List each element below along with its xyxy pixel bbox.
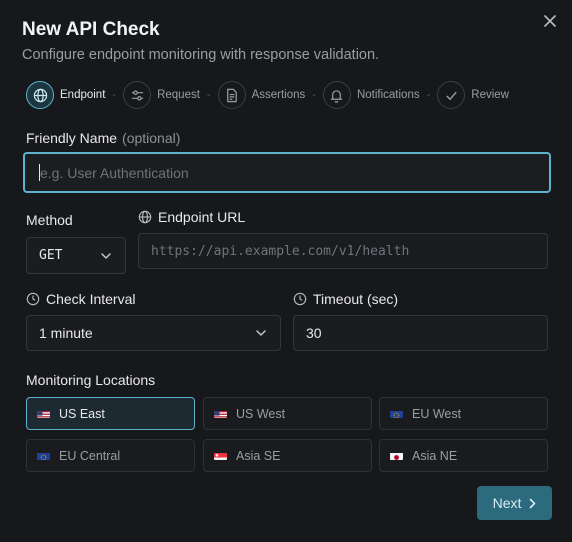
timeout-label: Timeout (sec) [293, 291, 398, 307]
step-separator: - [112, 89, 117, 101]
step-label: Review [471, 89, 509, 101]
location-label: EU Central [59, 448, 121, 463]
step-separator: - [206, 89, 211, 101]
globe-icon [26, 81, 54, 109]
check-interval-value: 1 minute [39, 325, 93, 341]
us-flag-icon [214, 409, 227, 418]
timeout-value: 30 [306, 325, 322, 341]
friendly-name-placeholder: e.g. User Authentication [40, 164, 189, 181]
optional-hint: (optional) [122, 130, 181, 146]
step-label: Notifications [356, 89, 420, 101]
check-interval-label-text: Check Interval [46, 291, 136, 307]
location-eu-west[interactable]: EU West [379, 397, 548, 430]
eu-flag-icon [37, 451, 50, 460]
close-icon[interactable] [541, 12, 559, 30]
endpoint-url-label: Endpoint URL [138, 209, 245, 225]
location-asia-ne[interactable]: Asia NE [379, 439, 548, 472]
location-label: US East [59, 406, 105, 421]
dialog-subtitle: Configure endpoint monitoring with respo… [22, 47, 380, 63]
next-button-label: Next [492, 495, 522, 511]
step-label: Request [157, 89, 200, 101]
timeout-input[interactable]: 30 [293, 315, 548, 351]
eu-flag-icon [390, 409, 403, 418]
location-label: Asia SE [236, 448, 281, 463]
chevron-right-icon [530, 498, 536, 508]
dialog-title: New API Check [22, 19, 160, 40]
step-separator: - [312, 89, 316, 101]
singapore-flag-icon [214, 451, 227, 460]
japan-flag-icon [390, 451, 403, 460]
check-interval-label: Check Interval [26, 291, 135, 307]
step-notifications[interactable]: Notifications [322, 81, 420, 109]
step-separator: - [426, 89, 431, 101]
endpoint-url-input[interactable]: https://api.example.com/v1/health [138, 233, 548, 269]
method-select[interactable]: GET [26, 237, 126, 274]
clock-icon [293, 292, 307, 306]
stepper: Endpoint - Request - Assertions - Notifi… [26, 81, 509, 109]
check-interval-select[interactable]: 1 minute [26, 315, 281, 351]
sliders-icon [123, 81, 152, 109]
monitoring-locations-label: Monitoring Locations [26, 372, 155, 388]
location-label: EU West [412, 406, 462, 421]
step-label: Endpoint [60, 89, 106, 101]
step-review[interactable]: Review [437, 81, 509, 109]
next-button[interactable]: Next [477, 486, 552, 520]
location-us-east[interactable]: US East [26, 397, 195, 430]
friendly-name-label: Friendly Name (optional) [26, 130, 180, 146]
check-icon [437, 81, 466, 109]
chevron-down-icon [101, 252, 111, 259]
location-eu-central[interactable]: EU Central [26, 439, 195, 472]
location-label: US West [236, 406, 286, 421]
friendly-name-input[interactable]: e.g. User Authentication [23, 152, 551, 193]
location-asia-se[interactable]: Asia SE [203, 439, 372, 472]
timeout-label-text: Timeout (sec) [313, 291, 399, 307]
step-request[interactable]: Request [123, 81, 200, 109]
bell-icon [322, 81, 351, 109]
location-label: Asia NE [412, 448, 458, 463]
endpoint-url-placeholder: https://api.example.com/v1/health [151, 243, 410, 259]
location-us-west[interactable]: US West [203, 397, 372, 430]
clock-icon [26, 292, 40, 306]
document-icon [217, 81, 246, 109]
us-flag-icon [37, 409, 50, 418]
step-label: Assertions [251, 89, 306, 101]
step-assertions[interactable]: Assertions [217, 81, 306, 109]
friendly-name-label-text: Friendly Name [26, 130, 118, 146]
step-endpoint[interactable]: Endpoint [26, 81, 105, 109]
method-value: GET [39, 248, 63, 263]
monitoring-locations-label-text: Monitoring Locations [26, 372, 156, 388]
method-label: Method [26, 212, 73, 228]
new-api-check-dialog: New API Check Configure endpoint monitor… [0, 0, 572, 542]
chevron-down-icon [256, 330, 266, 336]
method-label-text: Method [26, 212, 73, 228]
globe-icon [138, 210, 152, 224]
endpoint-url-label-text: Endpoint URL [158, 209, 246, 225]
